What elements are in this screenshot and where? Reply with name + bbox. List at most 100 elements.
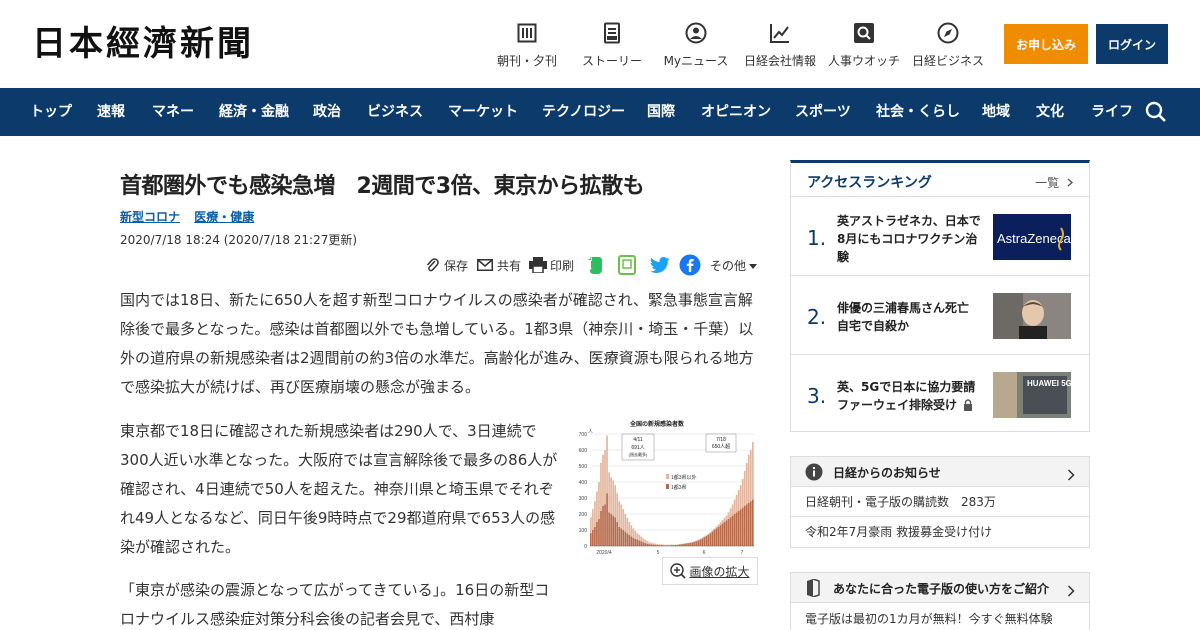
- chart-bar-other: [632, 528, 635, 538]
- chart-bar-tokyo-area: [606, 493, 608, 546]
- nav-item-culture[interactable]: 文化: [1036, 88, 1064, 136]
- nav-item-region[interactable]: 地域: [982, 88, 1010, 136]
- chart-bar-other: [622, 509, 625, 530]
- chart-y-tick: 700: [579, 432, 588, 438]
- chart-bar-other: [640, 536, 643, 542]
- chart-bar-other: [737, 490, 740, 511]
- ranking-item-3[interactable]: 3. 英、5Gで日本に協力要請 ファーウェイ排除受け HUAWEI 5G: [791, 356, 1089, 434]
- infection-chart[interactable]: 全国の新規感染者数人 0 100 200 300 400 500 600 700 2020/4 5 6…: [570, 418, 758, 558]
- chart-bar-other: [699, 538, 702, 540]
- search-icon[interactable]: [1144, 100, 1168, 124]
- other-share-button[interactable]: その他: [710, 254, 758, 276]
- ranking-item-1[interactable]: 1. 英アストラゼネカ、日本で8月にもコロナワクチン治験 AstraZeneca: [791, 198, 1089, 276]
- chart-bar-tokyo-area: [638, 540, 641, 546]
- chart-x-tick: 6: [703, 550, 706, 556]
- chart-bar-other: [719, 522, 722, 526]
- ranking-header: アクセスランキング 一覧: [791, 163, 1089, 197]
- notice-header[interactable]: 日経からのお知らせ: [791, 457, 1089, 487]
- nav-item-politics[interactable]: 政治: [313, 88, 341, 136]
- info-icon: [805, 463, 823, 485]
- chart-bar-tokyo-area: [642, 542, 645, 546]
- chart-legend-swatch: [666, 484, 669, 489]
- chart-bar-tokyo-area: [624, 531, 627, 546]
- chart-bar-tokyo-area: [745, 504, 748, 546]
- chart-bar-other: [634, 530, 637, 539]
- chart-bar-tokyo-area: [699, 539, 702, 546]
- chart-bar-other: [646, 541, 649, 544]
- nav-item-top[interactable]: トップ: [30, 88, 72, 136]
- print-button[interactable]: 印刷: [529, 254, 574, 276]
- notice-item[interactable]: 令和2年7月豪雨 救援募金受け付け: [791, 517, 1089, 547]
- chart-bar-other: [600, 462, 602, 511]
- chart-y-tick: 300: [579, 496, 588, 502]
- chart-bar-tokyo-area: [709, 533, 712, 546]
- utility-newspaper[interactable]: 朝刊・夕刊: [482, 22, 572, 69]
- nav-item-technology[interactable]: テクノロジー: [542, 88, 625, 136]
- utility-company-info[interactable]: 日経会社情報: [735, 22, 825, 69]
- nav-item-life[interactable]: ライフ: [1091, 88, 1133, 136]
- ranking-thumbnail: HUAWEI 5G: [993, 372, 1071, 418]
- nav-item-opinion[interactable]: オピニオン: [701, 88, 771, 136]
- facebook-icon[interactable]: [679, 254, 701, 276]
- chart-bar-tokyo-area: [636, 539, 639, 546]
- utility-story[interactable]: ストーリー: [567, 22, 657, 69]
- chart-bar-tokyo-area: [713, 530, 716, 546]
- chart-bar-other: [654, 543, 657, 545]
- utility-personnel[interactable]: 人事ウオッチ: [819, 22, 909, 69]
- subscribe-button[interactable]: お申し込み: [1004, 24, 1088, 64]
- onenote-icon[interactable]: [618, 254, 636, 276]
- tag-corona[interactable]: 新型コロナ: [120, 210, 180, 224]
- ranking-more-link[interactable]: 一覧: [1035, 174, 1074, 191]
- chart-bar-other: [717, 524, 720, 527]
- chart-bar-tokyo-area: [592, 530, 594, 546]
- chevron-right-icon: [1067, 466, 1077, 481]
- nav-item-international[interactable]: 国際: [647, 88, 675, 136]
- chart-x-tick: 7: [741, 550, 744, 556]
- utility-nikkei-business[interactable]: 日経ビジネス: [903, 22, 993, 69]
- guide-header[interactable]: あなたに合った電子版の使い方をご紹介: [791, 573, 1089, 603]
- chart-bar-tokyo-area: [711, 531, 714, 546]
- nav-item-business[interactable]: ビジネス: [367, 88, 423, 136]
- chart-bar-other: [648, 542, 651, 545]
- nav-item-sports[interactable]: スポーツ: [795, 88, 851, 136]
- chart-bar-other: [743, 470, 746, 506]
- ranking-number: 1.: [807, 226, 827, 250]
- evernote-icon[interactable]: [586, 254, 604, 276]
- nav-item-economy[interactable]: 経済・金融: [219, 88, 289, 136]
- print-label: 印刷: [550, 258, 575, 273]
- main-nav: トップ 速報 マネー 経済・金融 政治 ビジネス マーケット テクノロジー 国際…: [0, 88, 1200, 136]
- guide-text[interactable]: 電子版は最初の1カ月が無料！今すぐ無料体験: [805, 610, 1053, 627]
- tag-health[interactable]: 医療・健康: [194, 210, 254, 224]
- zoom-in-icon: [670, 563, 687, 579]
- paperclip-icon: [423, 256, 441, 274]
- nav-item-society[interactable]: 社会・くらし: [876, 88, 960, 136]
- chart-bar-other: [729, 508, 732, 518]
- notice-item[interactable]: 日経朝刊・電子版の購読数 283万: [791, 487, 1089, 517]
- ranking-title: アクセスランキング: [807, 175, 932, 191]
- chart-bar-tokyo-area: [626, 533, 629, 546]
- access-ranking: アクセスランキング 一覧 1. 英アストラゼネカ、日本で8月にもコロナワクチン治…: [790, 160, 1090, 432]
- chart-bar-tokyo-area: [693, 541, 695, 546]
- save-button[interactable]: 保存: [423, 254, 468, 276]
- login-button[interactable]: ログイン: [1096, 24, 1168, 64]
- chart-bar-other: [636, 533, 639, 540]
- chart-bar-tokyo-area: [687, 543, 689, 546]
- share-button[interactable]: 共有: [476, 254, 521, 276]
- ranking-item-2[interactable]: 2. 俳優の三浦春馬さん死亡 自宅で自殺か: [791, 277, 1089, 355]
- nav-item-breaking[interactable]: 速報: [97, 88, 125, 136]
- zoom-image-button[interactable]: 画像の拡大: [662, 557, 758, 585]
- other-label: その他: [710, 258, 747, 273]
- chart-bar-tokyo-area: [715, 528, 718, 546]
- twitter-icon[interactable]: [650, 254, 670, 276]
- nikkei-logo[interactable]: 日本經濟新聞: [32, 22, 254, 66]
- utility-mynews[interactable]: Myニュース: [651, 22, 741, 69]
- chart-legend-label: 1都3県: [671, 485, 687, 491]
- nav-item-market[interactable]: マーケット: [448, 88, 518, 136]
- nav-item-money[interactable]: マネー: [152, 88, 194, 136]
- chart-bar-other: [709, 532, 712, 534]
- chart-bar-tokyo-area: [743, 506, 746, 546]
- ranking-thumbnail: [993, 293, 1071, 339]
- chart-bar-tokyo-area: [751, 499, 754, 546]
- newspaper-icon: [516, 22, 538, 44]
- chart-bar-tokyo-area: [632, 538, 635, 546]
